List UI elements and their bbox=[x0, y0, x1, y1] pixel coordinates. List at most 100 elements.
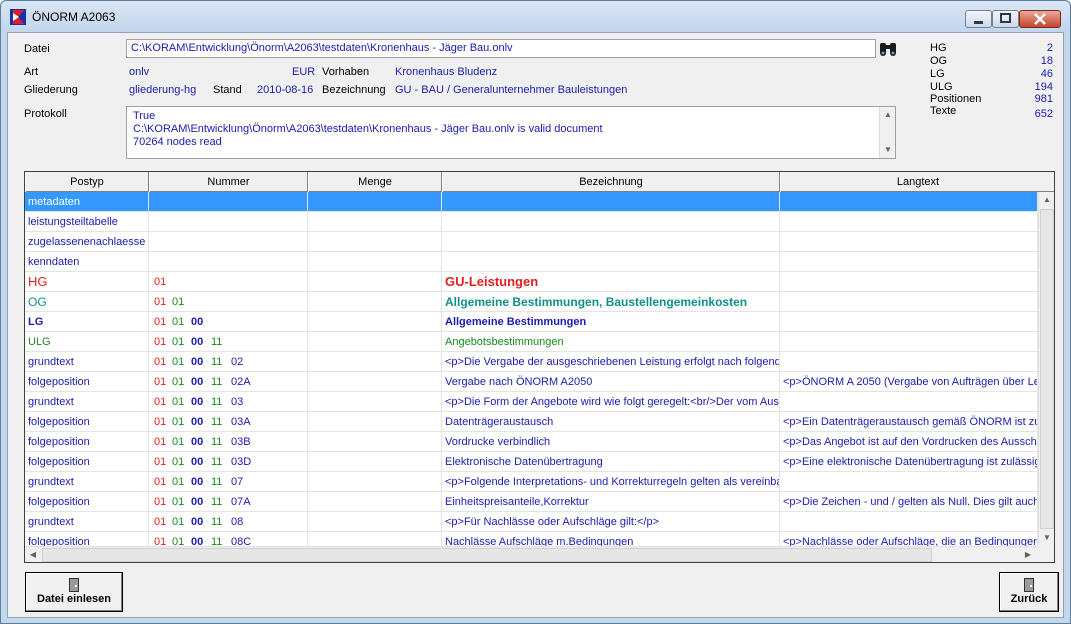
cell-menge bbox=[308, 352, 442, 372]
nummer-part: 01 bbox=[154, 276, 167, 288]
column-header-nummer[interactable]: Nummer bbox=[149, 172, 308, 192]
scroll-up-icon[interactable]: ▲ bbox=[1039, 192, 1054, 208]
cell-bezeichnung: Allgemeine Bestimmungen bbox=[442, 312, 780, 332]
stat-key: LG bbox=[930, 68, 945, 80]
currency-value: EUR bbox=[292, 66, 316, 78]
grid-horizontal-thumb[interactable] bbox=[42, 548, 932, 562]
zurueck-button[interactable]: Zurück bbox=[999, 572, 1059, 612]
table-row[interactable]: folgeposition 01 01 00 11 02A Vergabe nach ÖNO… bbox=[25, 372, 1038, 392]
vorhaben-label: Vorhaben bbox=[322, 66, 370, 78]
cell-nummer: 01 01 00 bbox=[149, 312, 308, 332]
close-button[interactable] bbox=[1019, 10, 1061, 28]
nummer-part: 07A bbox=[231, 496, 251, 508]
grid-vertical-thumb[interactable] bbox=[1040, 209, 1054, 529]
datei-path-input[interactable]: C:\KORAM\Entwicklung\Önorm\A2063\testdat… bbox=[126, 39, 876, 58]
stat-value: 2 bbox=[1046, 42, 1053, 54]
cell-menge bbox=[308, 472, 442, 492]
table-row[interactable]: folgeposition 01 01 00 11 03A Datenträgerausta… bbox=[25, 412, 1038, 432]
nummer-part: 00 bbox=[191, 456, 204, 468]
table-row[interactable]: kenndaten bbox=[25, 252, 1038, 272]
table-row[interactable]: folgeposition 01 01 00 11 03D Elektronische Da… bbox=[25, 452, 1038, 472]
cell-menge bbox=[308, 332, 442, 352]
minimize-button[interactable] bbox=[965, 10, 992, 28]
cell-nummer: 01 01 00 11 07A bbox=[149, 492, 308, 512]
close-icon bbox=[1034, 13, 1046, 25]
grid-horizontal-scrollbar[interactable]: ◀ ▶ bbox=[25, 546, 1038, 562]
nummer-part: 01 bbox=[154, 496, 167, 508]
table-row[interactable]: zugelassenenachlaesse bbox=[25, 232, 1038, 252]
art-value: onlv bbox=[129, 66, 150, 78]
cell-menge bbox=[308, 372, 442, 392]
table-row[interactable]: ULG 01 01 00 11 Angebotsbestimmungen bbox=[25, 332, 1038, 352]
nummer-part: 11 bbox=[211, 376, 223, 388]
nummer-part: 00 bbox=[191, 376, 204, 388]
scroll-left-icon[interactable]: ◀ bbox=[25, 547, 41, 562]
cell-langtext bbox=[780, 332, 1038, 352]
nummer-part: 01 bbox=[154, 436, 167, 448]
stat-value: 652 bbox=[1034, 108, 1053, 120]
table-row[interactable]: folgeposition 01 01 00 11 03B Vordrucke verbin… bbox=[25, 432, 1038, 452]
cell-langtext bbox=[780, 472, 1038, 492]
table-row[interactable]: leistungsteiltabelle bbox=[25, 212, 1038, 232]
protokoll-textarea[interactable]: True C:\KORAM\Entwicklung\Önorm\A2063\te… bbox=[126, 106, 896, 159]
nummer-part: 03D bbox=[231, 456, 252, 468]
nummer-part: 01 bbox=[154, 336, 167, 348]
nummer-part: 02 bbox=[231, 356, 244, 368]
table-row[interactable]: OG 01 01 Allgemeine Bestimmungen, Baustelle… bbox=[25, 292, 1038, 312]
cell-nummer: 01 01 bbox=[149, 292, 308, 312]
table-row[interactable]: grundtext 01 01 00 11 02 <p>Die Vergabe der au… bbox=[25, 352, 1038, 372]
nummer-part: 11 bbox=[211, 336, 223, 348]
maximize-button[interactable] bbox=[992, 10, 1019, 28]
cell-langtext: <p>Die Zeichen - und / gelten als Null. … bbox=[780, 492, 1038, 512]
stat-value: 18 bbox=[1040, 55, 1053, 67]
cell-postyp: metadaten bbox=[25, 192, 149, 212]
nummer-part: 00 bbox=[191, 336, 204, 348]
table-row[interactable]: LG 01 01 00 Allgemeine Bestimmungen bbox=[25, 312, 1038, 332]
title-bar[interactable]: ÖNORM A2063 bbox=[1, 1, 1070, 31]
cell-menge bbox=[308, 232, 442, 252]
scroll-down-icon[interactable]: ▼ bbox=[1039, 530, 1054, 546]
cell-bezeichnung: Elektronische Datenübertragung bbox=[442, 452, 780, 472]
scroll-up-icon[interactable]: ▲ bbox=[880, 107, 896, 123]
table-row[interactable]: metadaten bbox=[25, 192, 1038, 212]
column-header-menge[interactable]: Menge bbox=[308, 172, 442, 192]
stat-key: OG bbox=[930, 55, 948, 67]
cell-langtext bbox=[780, 192, 1038, 212]
grid-vertical-scrollbar[interactable]: ▲ ▼ bbox=[1038, 192, 1054, 546]
cell-menge bbox=[308, 432, 442, 452]
nummer-part: 00 bbox=[191, 356, 204, 368]
cell-nummer: 01 01 00 11 08 bbox=[149, 512, 308, 532]
cell-bezeichnung: <p>Für Nachlässe oder Aufschläge gilt:</… bbox=[442, 512, 780, 532]
table-row[interactable]: folgeposition 01 01 00 11 07A Einheitspreisant… bbox=[25, 492, 1038, 512]
nummer-part: 01 bbox=[154, 516, 167, 528]
table-row[interactable]: grundtext 01 01 00 11 07 <p>Folgende Interpret… bbox=[25, 472, 1038, 492]
nummer-part: 01 bbox=[172, 516, 185, 528]
table-row[interactable]: HG 01 GU-Leistungen bbox=[25, 272, 1038, 292]
cell-menge bbox=[308, 312, 442, 332]
scroll-right-icon[interactable]: ▶ bbox=[1020, 547, 1036, 562]
table-row[interactable]: grundtext 01 01 00 11 08 <p>Für Nachlässe oder… bbox=[25, 512, 1038, 532]
nummer-part: 01 bbox=[172, 336, 185, 348]
stand-value: 2010-08-16 bbox=[257, 84, 314, 96]
nummer-part: 11 bbox=[211, 456, 223, 468]
nummer-part: 00 bbox=[191, 476, 204, 488]
cell-postyp: folgeposition bbox=[25, 372, 149, 392]
scroll-down-icon[interactable]: ▼ bbox=[880, 142, 896, 158]
cell-langtext bbox=[780, 292, 1038, 312]
nummer-part: 01 bbox=[154, 296, 167, 308]
positions-grid[interactable]: Postyp Nummer Menge Bezeichnung Langtext… bbox=[24, 171, 1055, 563]
column-header-bezeichnung[interactable]: Bezeichnung bbox=[442, 172, 780, 192]
datei-einlesen-button[interactable]: Datei einlesen bbox=[25, 572, 123, 612]
nummer-part: 11 bbox=[211, 436, 223, 448]
column-header-postyp[interactable]: Postyp bbox=[25, 172, 149, 192]
cell-nummer bbox=[149, 212, 308, 232]
cell-nummer: 01 01 00 11 03B bbox=[149, 432, 308, 452]
cell-bezeichnung: Einheitspreisanteile,Korrektur bbox=[442, 492, 780, 512]
cell-postyp: zugelassenenachlaesse bbox=[25, 232, 149, 252]
column-header-langtext[interactable]: Langtext bbox=[780, 172, 1054, 192]
cell-postyp: OG bbox=[25, 292, 149, 312]
protokoll-scrollbar[interactable]: ▲ ▼ bbox=[879, 107, 895, 158]
app-window: ÖNORM A2063 Datei C:\KORAM\Entwicklung\Ö… bbox=[0, 0, 1071, 624]
binoculars-search-icon[interactable] bbox=[878, 40, 898, 58]
table-row[interactable]: grundtext 01 01 00 11 03 <p>Die Form der Angeb… bbox=[25, 392, 1038, 412]
